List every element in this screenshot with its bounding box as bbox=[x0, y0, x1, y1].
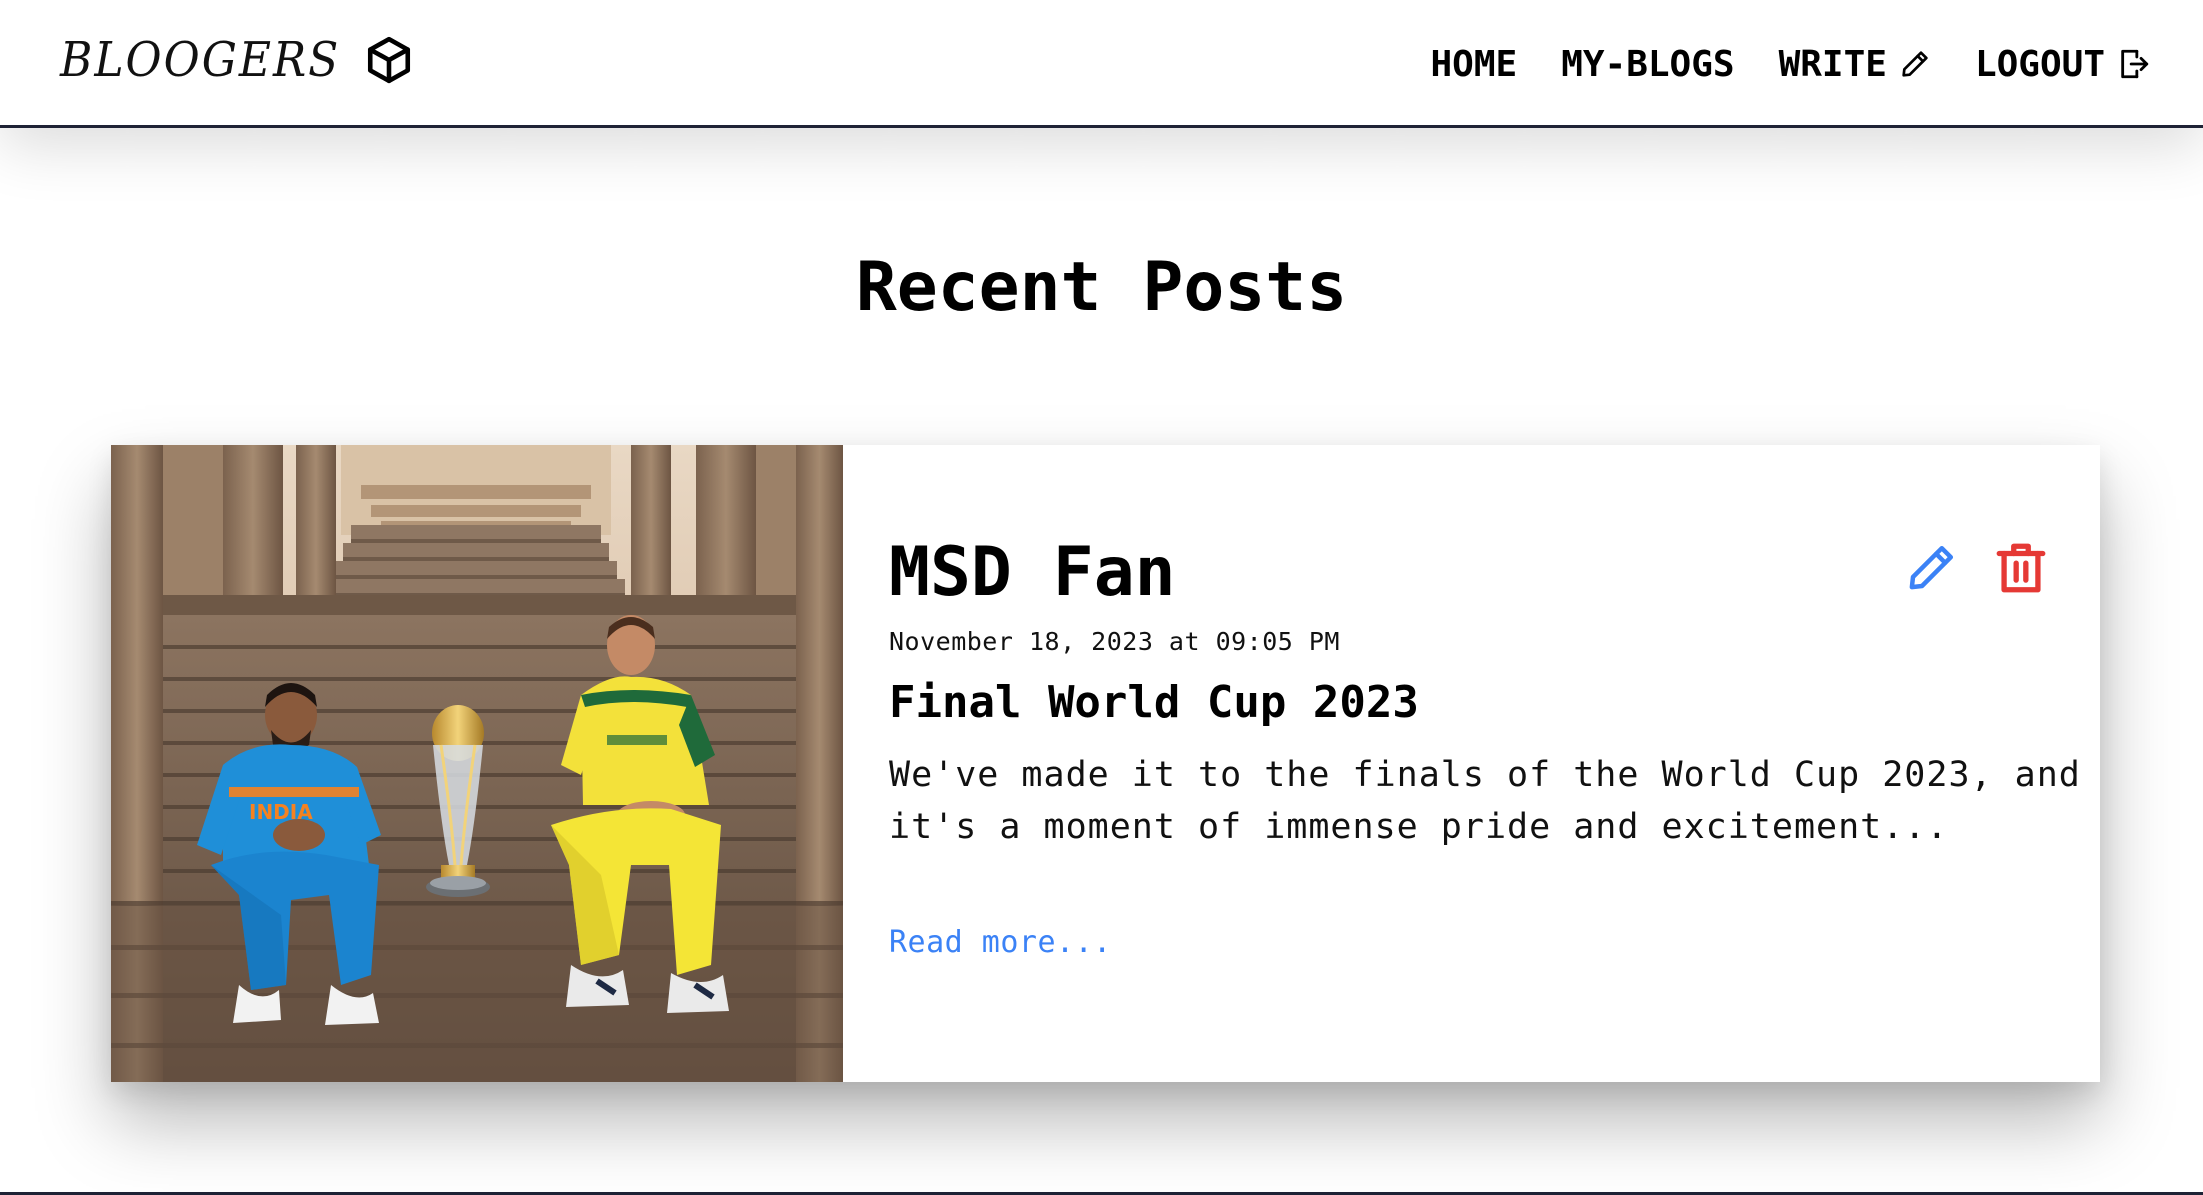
delete-post-button[interactable] bbox=[1992, 539, 2050, 597]
nav-logout-link[interactable]: LOGOUT bbox=[1975, 44, 2151, 85]
read-more-link[interactable]: Read more... bbox=[889, 925, 1112, 960]
nav-my-blogs-link[interactable]: MY-BLOGS bbox=[1561, 44, 1734, 85]
navbar: BLOOGERS HOME MY-BLOGS WRITE LOGOUT bbox=[0, 0, 2203, 128]
nav-my-blogs-label: MY-BLOGS bbox=[1561, 43, 1735, 85]
nav-home-link[interactable]: HOME bbox=[1430, 44, 1517, 85]
trash-icon bbox=[1996, 543, 2046, 593]
nav-write-label: WRITE bbox=[1778, 43, 1887, 85]
brand[interactable]: BLOOGERS bbox=[60, 28, 414, 92]
post-photo: INDIA bbox=[111, 445, 843, 1082]
brand-logo-text[interactable]: BLOOGERS bbox=[60, 32, 340, 87]
pencil-icon bbox=[1909, 545, 1954, 590]
pencil-icon bbox=[1902, 51, 1928, 77]
page-title: Recent Posts bbox=[855, 248, 1348, 327]
nav-write-link[interactable]: WRITE bbox=[1779, 44, 1931, 85]
post-title[interactable]: Final World Cup 2023 bbox=[889, 677, 1419, 728]
logout-icon bbox=[2121, 49, 2149, 79]
post-card: INDIA MSD Fan November 18, 2023 at 09:05… bbox=[111, 445, 2100, 1082]
nav-links: HOME MY-BLOGS WRITE LOGOUT bbox=[1386, 36, 2151, 92]
post-body: MSD Fan November 18, 2023 at 09:05 PM Fi… bbox=[843, 445, 2100, 1082]
post-image[interactable]: INDIA bbox=[111, 445, 843, 1082]
post-excerpt: We've made it to the finals of the World… bbox=[889, 755, 2081, 847]
nav-logout-label: LOGOUT bbox=[1974, 43, 2105, 85]
post-author: MSD Fan bbox=[889, 533, 1176, 612]
edit-post-button[interactable] bbox=[1902, 539, 1960, 597]
post-date: November 18, 2023 at 09:05 PM bbox=[889, 627, 1340, 656]
cube-icon bbox=[368, 36, 411, 84]
post-actions bbox=[1902, 539, 2050, 597]
nav-home-label: HOME bbox=[1430, 43, 1518, 85]
